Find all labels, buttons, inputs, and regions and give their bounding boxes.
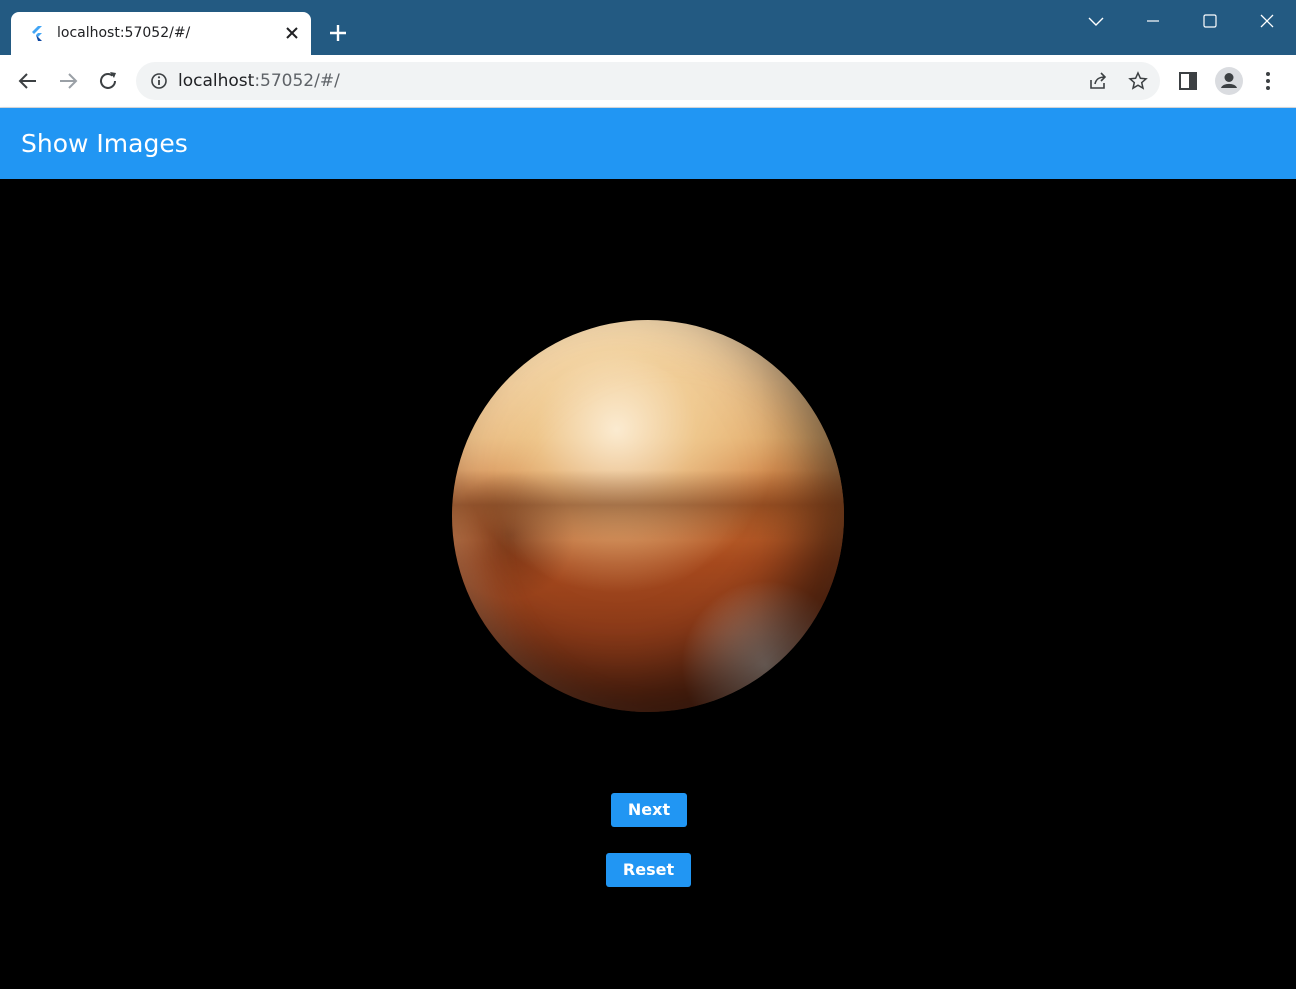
info-icon[interactable] [150, 72, 168, 90]
forward-icon[interactable] [56, 69, 80, 93]
profile-icon[interactable] [1214, 66, 1244, 96]
new-tab-plus-icon[interactable] [328, 23, 348, 43]
kebab-menu-icon[interactable] [1256, 69, 1280, 93]
image-viewer: Next Reset [0, 179, 1296, 989]
close-tab-icon[interactable] [283, 24, 301, 42]
url-host: localhost [178, 71, 255, 91]
back-icon[interactable] [16, 69, 40, 93]
tab-title: localhost:57052/#/ [57, 25, 191, 41]
star-icon[interactable] [1128, 71, 1148, 91]
close-window-icon[interactable] [1255, 10, 1279, 32]
chevron-down-icon[interactable] [1084, 10, 1108, 32]
page-title: Show Images [21, 129, 188, 158]
maximize-icon[interactable] [1198, 10, 1222, 32]
app-bar: Show Images [0, 108, 1296, 179]
url-text[interactable]: localhost:57052/#/ [178, 71, 340, 91]
side-panel-icon[interactable] [1176, 69, 1200, 93]
reset-button[interactable]: Reset [606, 853, 691, 887]
next-button[interactable]: Next [611, 793, 687, 827]
url-rest: :57052/#/ [254, 71, 340, 91]
minimize-icon[interactable] [1141, 10, 1165, 32]
flutter-favicon-icon [32, 26, 42, 41]
planet-image [452, 320, 844, 712]
browser-titlebar: localhost:57052/#/ [0, 0, 1296, 55]
browser-tab[interactable]: localhost:57052/#/ [11, 12, 311, 55]
reload-icon[interactable] [96, 69, 120, 93]
address-bar[interactable]: localhost:57052/#/ [136, 62, 1160, 100]
share-icon[interactable] [1088, 71, 1108, 91]
planet-surface-band [452, 470, 844, 540]
browser-toolbar: localhost:57052/#/ [0, 55, 1296, 108]
